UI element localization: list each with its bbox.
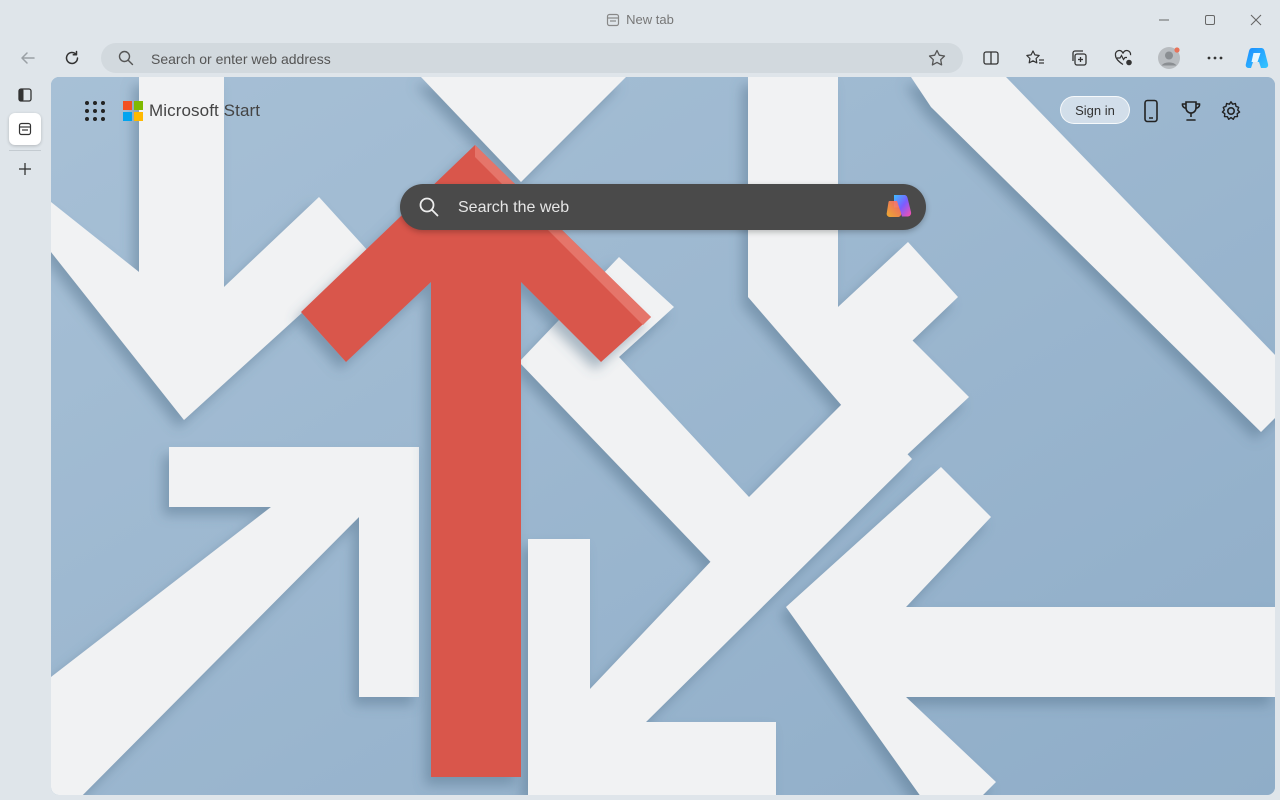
apps-grid-icon (85, 101, 105, 121)
split-screen-button[interactable] (975, 42, 1007, 74)
settings-gear-icon (1221, 101, 1241, 120)
favorite-button[interactable] (927, 48, 949, 68)
search-icon (419, 197, 439, 217)
back-button[interactable] (12, 42, 44, 74)
phone-icon (1144, 99, 1158, 123)
favorites-icon (1026, 50, 1044, 64)
rewards-button[interactable] (1177, 97, 1205, 125)
more-icon (1207, 56, 1223, 60)
sidebar-divider (9, 150, 41, 151)
mobile-app-button[interactable] (1137, 97, 1165, 125)
browser-essentials-button[interactable] (1107, 42, 1139, 74)
profile-icon (1158, 47, 1180, 69)
close-icon (1250, 14, 1262, 26)
new-tab-button[interactable] (9, 153, 41, 185)
maximize-button[interactable] (1187, 8, 1233, 32)
back-icon (21, 52, 35, 64)
sign-in-button[interactable]: Sign in (1060, 96, 1130, 124)
tab-icon (606, 13, 620, 30)
refresh-icon (65, 50, 79, 65)
minimize-button[interactable] (1141, 8, 1187, 32)
close-button[interactable] (1233, 8, 1279, 32)
tab-title: New tab (626, 12, 674, 27)
new-tab-plus-icon (19, 163, 31, 175)
collections-button[interactable] (1063, 42, 1095, 74)
tab-icon (18, 122, 32, 136)
page-settings-button[interactable] (1217, 97, 1245, 125)
favorite-star-icon (928, 49, 946, 66)
copilot-button[interactable] (1241, 42, 1273, 74)
copilot-search-button[interactable] (884, 192, 916, 222)
rewards-trophy-icon (1181, 101, 1201, 121)
browser-essentials-icon (1114, 49, 1132, 66)
apps-launcher-button[interactable] (83, 99, 107, 123)
collections-icon (1072, 50, 1087, 66)
split-screen-icon (983, 51, 999, 65)
address-input[interactable] (149, 43, 913, 75)
window-title: New tab (0, 12, 1280, 30)
refresh-button[interactable] (56, 42, 88, 74)
profile-button[interactable] (1153, 42, 1185, 74)
search-icon (118, 50, 134, 66)
brand-name: Microsoft Start (149, 101, 261, 120)
address-bar[interactable] (101, 43, 963, 75)
tab-actions-icon (18, 88, 32, 102)
favorites-button[interactable] (1019, 42, 1051, 74)
new-tab-page: Microsoft Start Sign in (51, 77, 1275, 795)
vertical-tab-sidebar (0, 76, 50, 800)
web-search-input[interactable] (456, 184, 880, 232)
copilot-icon (1245, 48, 1269, 68)
copilot-icon (886, 195, 912, 217)
microsoft-start-logo[interactable]: Microsoft Start (123, 101, 260, 121)
maximize-icon (1205, 15, 1215, 25)
tab-actions-button[interactable] (9, 79, 41, 111)
minimize-icon (1159, 19, 1169, 21)
sidebar-tab-new-tab[interactable] (9, 113, 41, 145)
title-bar: New tab (0, 0, 1280, 40)
more-button[interactable] (1199, 42, 1231, 74)
web-search-box[interactable] (400, 184, 926, 232)
microsoft-logo (123, 101, 143, 121)
